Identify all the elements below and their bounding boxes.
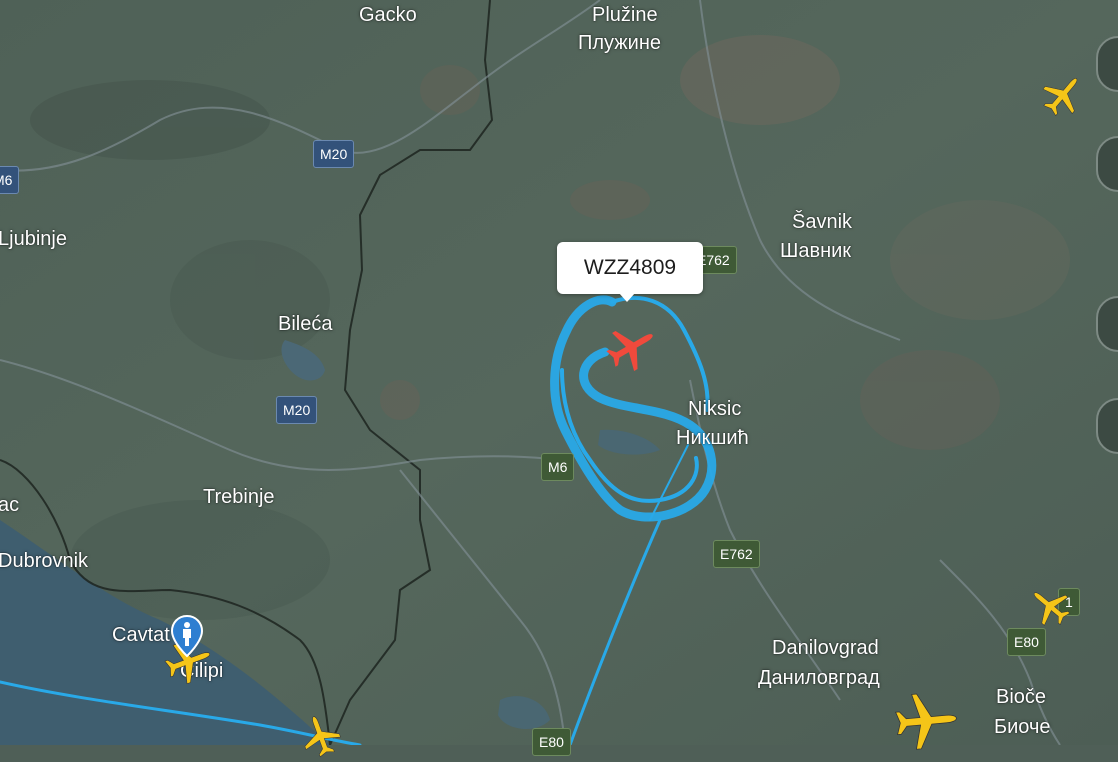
road-shield-m6: M6 [541,453,575,481]
place-niksic: Niksic [688,398,742,420]
place-pluzine-cyrillic: Плужине [578,32,661,54]
place-gacko: Gacko [359,4,417,26]
place-danilovgrad-cyrillic: Даниловград [758,667,880,689]
place-niksic-cyrillic: Никшић [676,427,749,449]
airplane-icon[interactable] [884,686,964,756]
place-trebinje: Trebinje [203,486,275,508]
road-shield-e80: E80 [1007,628,1046,656]
place-danilovgrad: Danilovgrad [772,637,879,659]
selected-airplane-icon[interactable] [600,320,660,376]
place-bioce-cyrillic: Биоче [994,716,1051,738]
road-shield-e80: E80 [532,728,571,756]
airplane-icon[interactable] [1026,582,1076,632]
flight-callsign-callout[interactable]: WZZ4809 [557,242,703,302]
road-shield-e762: E762 [713,540,760,568]
place-savnik: Šavnik [792,211,853,233]
place-ac-partial: ac [0,494,20,516]
airport-pin-icon[interactable] [170,614,204,658]
airplane-icon[interactable] [1036,70,1088,122]
place-dubrovnik: Dubrovnik [0,550,89,572]
road-shield-m6: M6 [0,166,20,194]
road-shield-m20: M20 [276,396,318,424]
place-pluzine: Plužine [592,4,658,26]
place-savnik-cyrillic: Шавник [780,240,852,262]
road-shield-m20: M20 [313,140,355,168]
place-bioce: Bioče [996,686,1047,708]
place-bileca: Bileća [278,313,333,335]
flight-callsign: WZZ4809 [583,256,677,279]
place-ljubinje: Ljubinje [0,228,67,250]
airplane-icon[interactable] [296,712,346,762]
